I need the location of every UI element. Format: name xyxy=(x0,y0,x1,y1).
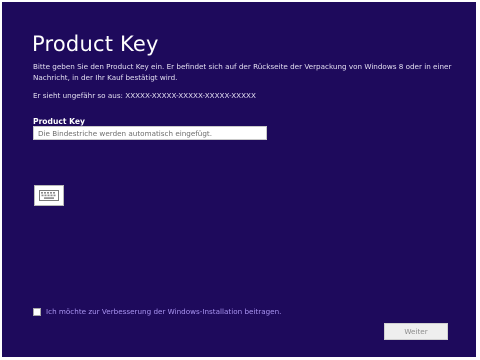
next-button[interactable]: Weiter xyxy=(384,323,448,340)
improvement-checkbox-row[interactable]: Ich möchte zur Verbesserung der Windows-… xyxy=(33,307,281,316)
improvement-checkbox-label: Ich möchte zur Verbesserung der Windows-… xyxy=(46,307,282,316)
keyboard-icon xyxy=(39,190,59,201)
product-key-dialog: Product Key Bitte geben Sie den Product … xyxy=(2,2,476,357)
key-format-example: Er sieht ungefähr so aus: XXXXX-XXXXX-XX… xyxy=(33,91,256,100)
product-key-label: Product Key xyxy=(33,117,85,126)
improvement-checkbox[interactable] xyxy=(33,307,41,316)
product-key-input[interactable] xyxy=(33,126,267,140)
on-screen-keyboard-button[interactable] xyxy=(34,185,64,206)
page-title: Product Key xyxy=(32,32,159,56)
instruction-text: Bitte geben Sie den Product Key ein. Er … xyxy=(33,62,452,82)
